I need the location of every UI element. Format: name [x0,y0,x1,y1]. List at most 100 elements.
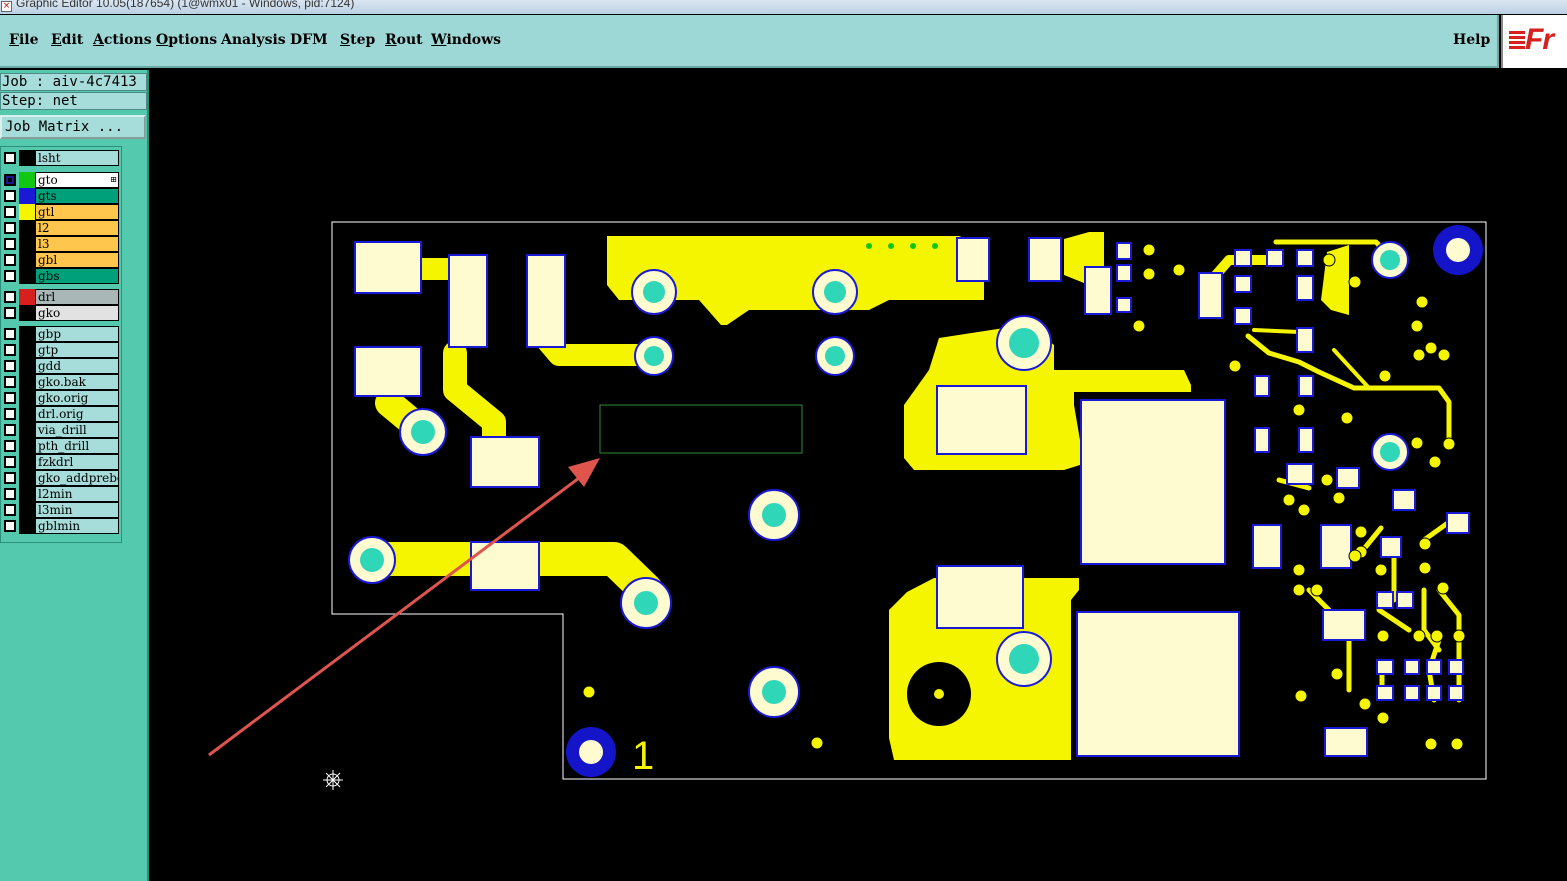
menu-help[interactable]: Help [1453,32,1490,48]
menu-actions[interactable]: Actions [93,32,152,48]
layer-name[interactable]: gbl [35,252,119,268]
menu-analysis[interactable]: Analysis [221,32,286,48]
layer-color-swatch[interactable] [19,150,35,166]
layer-color-swatch[interactable] [19,358,35,374]
layer-name[interactable]: l3min [35,502,119,518]
job-matrix-button[interactable]: Job Matrix ... [0,115,146,139]
layer-name[interactable]: gtl [35,204,119,220]
layer-name[interactable]: l2min [35,486,119,502]
layer-row-gblmin[interactable]: gblmin [2,518,119,534]
layer-row-via-drill[interactable]: via_drill [2,422,119,438]
layer-checkbox[interactable] [4,472,16,484]
layer-color-swatch[interactable] [19,470,35,486]
layer-color-swatch[interactable] [19,374,35,390]
layer-name[interactable]: lsht [35,150,119,166]
layer-name[interactable]: l3 [35,236,119,252]
layer-row-l3min[interactable]: l3min [2,502,119,518]
layer-checkbox[interactable] [4,152,16,164]
layer-name[interactable]: gko_addprebe [35,470,119,486]
menu-rout[interactable]: Rout [385,32,423,48]
layer-checkbox[interactable] [4,504,16,516]
layer-name[interactable]: drl [35,289,119,305]
layer-name[interactable]: fzkdrl [35,454,119,470]
layer-row-gtp[interactable]: gtp [2,342,119,358]
layer-checkbox[interactable] [4,408,16,420]
menu-windows[interactable]: Windows [431,32,501,48]
layer-row-fzkdrl[interactable]: fzkdrl [2,454,119,470]
layer-checkbox[interactable] [4,190,16,202]
layer-checkbox[interactable] [4,307,16,319]
layer-row-l2[interactable]: l2 [2,220,119,236]
layer-name[interactable]: gdd [35,358,119,374]
layer-checkbox[interactable] [4,291,16,303]
layer-color-swatch[interactable] [19,220,35,236]
layer-name[interactable]: via_drill [35,422,119,438]
layer-name[interactable]: gko.orig [35,390,119,406]
layer-name[interactable]: gbs [35,268,119,284]
layer-checkbox[interactable] [4,376,16,388]
layer-row-pth-drill[interactable]: pth_drill [2,438,119,454]
pcb-view[interactable]: 1 [149,70,1567,881]
layer-color-swatch[interactable] [19,268,35,284]
layer-row-gbs[interactable]: gbs [2,268,119,284]
layer-color-swatch[interactable] [19,422,35,438]
layer-checkbox[interactable] [4,328,16,340]
layer-checkbox[interactable] [4,254,16,266]
layer-row-lsht[interactable]: lsht [2,150,119,166]
menu-file[interactable]: File [9,32,39,48]
layer-color-swatch[interactable] [19,326,35,342]
layer-color-swatch[interactable] [19,252,35,268]
layer-color-swatch[interactable] [19,188,35,204]
layer-checkbox[interactable] [4,424,16,436]
layer-checkbox[interactable] [4,344,16,356]
layer-checkbox[interactable] [4,520,16,532]
layer-row-gko-orig[interactable]: gko.orig [2,390,119,406]
layer-color-swatch[interactable] [19,438,35,454]
layer-checkbox[interactable] [4,222,16,234]
layer-name[interactable]: drl.orig [35,406,119,422]
layer-row-l3[interactable]: l3 [2,236,119,252]
layer-color-swatch[interactable] [19,289,35,305]
layer-checkbox[interactable] [4,270,16,282]
layer-color-swatch[interactable] [19,390,35,406]
layer-checkbox[interactable] [4,174,16,186]
layer-name[interactable]: gts [35,188,119,204]
layer-color-swatch[interactable] [19,486,35,502]
layer-row-gbl[interactable]: gbl [2,252,119,268]
layer-color-swatch[interactable] [19,342,35,358]
layer-row-drl[interactable]: drl [2,289,119,305]
layer-color-swatch[interactable] [19,518,35,534]
layer-color-swatch[interactable] [19,204,35,220]
layer-row-gto[interactable]: gto ⊞ [2,172,119,188]
layer-name[interactable]: gbp [35,326,119,342]
layer-color-swatch[interactable] [19,236,35,252]
layer-name[interactable]: gblmin [35,518,119,534]
layer-name[interactable]: gko [35,305,119,321]
layer-name[interactable]: gto ⊞ [35,172,119,188]
layer-row-gdd[interactable]: gdd [2,358,119,374]
layer-checkbox[interactable] [4,392,16,404]
graphics-canvas[interactable]: 1 [149,70,1567,881]
layer-color-swatch[interactable] [19,406,35,422]
layer-checkbox[interactable] [4,206,16,218]
layer-checkbox[interactable] [4,488,16,500]
layer-checkbox[interactable] [4,440,16,452]
layer-color-swatch[interactable] [19,454,35,470]
layer-checkbox[interactable] [4,456,16,468]
layer-name[interactable]: pth_drill [35,438,119,454]
menu-options[interactable]: Options [156,32,217,48]
layer-row-gts[interactable]: gts [2,188,119,204]
layer-checkbox[interactable] [4,360,16,372]
layer-row-gbp[interactable]: gbp [2,326,119,342]
menu-edit[interactable]: Edit [51,32,83,48]
layer-checkbox[interactable] [4,238,16,250]
layer-row-gtl[interactable]: gtl [2,204,119,220]
layer-color-swatch[interactable] [19,172,35,188]
layer-color-swatch[interactable] [19,305,35,321]
layer-name[interactable]: gtp [35,342,119,358]
menu-dfm[interactable]: DFM [290,32,328,48]
layer-color-swatch[interactable] [19,502,35,518]
layer-name[interactable]: l2 [35,220,119,236]
layer-row-drl-orig[interactable]: drl.orig [2,406,119,422]
layer-row-gko[interactable]: gko [2,305,119,321]
